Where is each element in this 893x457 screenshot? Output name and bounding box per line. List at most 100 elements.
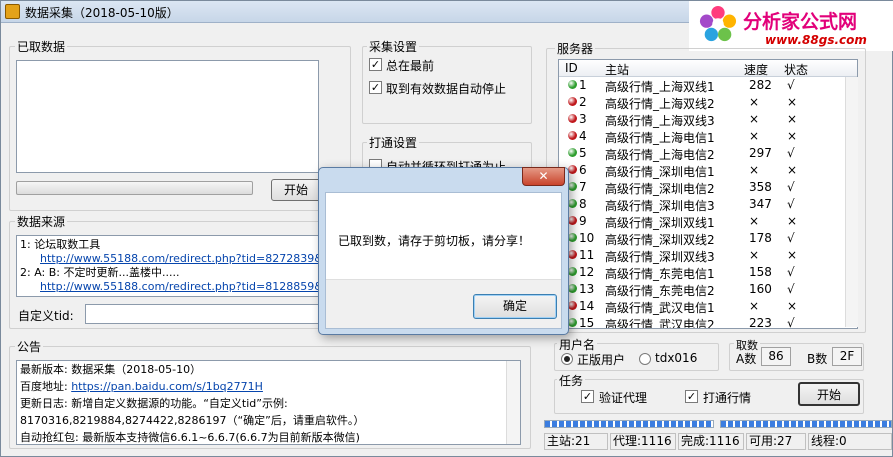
server-status: × — [787, 214, 798, 228]
server-row[interactable]: 6 高级行情_深圳电信1 × × — [559, 162, 857, 179]
server-row[interactable]: 13 高级行情_东莞电信2 160 √ — [559, 281, 857, 298]
notice-label: 公告 — [15, 338, 44, 355]
verify-proxy-checkbox[interactable]: ✓ — [581, 390, 594, 403]
server-status-dot-icon — [568, 233, 577, 242]
tdx016-radio[interactable] — [639, 353, 651, 365]
server-row[interactable]: 12 高级行情_东莞电信1 158 √ — [559, 264, 857, 281]
status-main: 主站:21 — [544, 433, 608, 450]
main-window: 数据采集（2018-05-10版） 分析家公式网 www.88gs.com 已取… — [0, 0, 893, 457]
server-status: √ — [787, 180, 795, 194]
dialog-message: 已取到数，请存于剪切板，请分享！ — [338, 234, 531, 248]
task-start-button[interactable]: 开始 — [798, 382, 860, 406]
server-status: √ — [787, 231, 795, 245]
custom-tid-input[interactable] — [85, 304, 335, 324]
server-row[interactable]: 4 高级行情_上海电信1 × × — [559, 128, 857, 145]
baidu-pan-link[interactable]: https://pan.baidu.com/s/1bq2771H — [71, 380, 263, 393]
server-name: 高级行情_深圳电信1 — [605, 165, 715, 179]
collect-settings-label: 采集设置 — [367, 38, 420, 55]
server-row[interactable]: 5 高级行情_上海电信2 297 √ — [559, 145, 857, 162]
status-bar: 主站:21 代理:1116 完成:1116 可用:27 线程:0 — [544, 433, 893, 450]
app-icon — [5, 4, 20, 19]
server-status: √ — [787, 282, 795, 296]
data-source-list[interactable]: 1: 论坛取数工具 http://www.55188.com/redirect.… — [16, 235, 346, 297]
auto-stop-label: 取到有效数据自动停止 — [386, 82, 507, 96]
server-speed: 160 — [749, 282, 772, 296]
server-status: √ — [787, 78, 795, 92]
connect-quotes-label: 打通行情 — [703, 391, 752, 405]
server-id: 14 — [579, 299, 595, 313]
connect-quotes-checkbox[interactable]: ✓ — [685, 390, 698, 403]
server-name: 高级行情_深圳双线3 — [605, 250, 715, 264]
col-status-header[interactable]: 状态 — [784, 61, 808, 78]
logo-url-text: www.88gs.com — [765, 33, 867, 47]
server-speed: 158 — [749, 265, 772, 279]
server-name: 高级行情_深圳双线1 — [605, 216, 715, 230]
server-speed: 297 — [749, 146, 772, 160]
server-speed: × — [749, 248, 760, 262]
server-status-dot-icon — [568, 199, 577, 208]
server-id: 3 — [579, 112, 587, 126]
always-on-top-label: 总在最前 — [386, 59, 435, 73]
notice-scrollbar[interactable] — [506, 361, 520, 444]
server-id: 9 — [579, 214, 587, 228]
always-on-top-checkbox[interactable]: ✓ — [369, 58, 382, 71]
licensed-user-radio[interactable] — [561, 353, 573, 365]
col-name-header[interactable]: 主站 — [605, 61, 629, 78]
server-id: 12 — [579, 265, 595, 279]
server-name: 高级行情_深圳电信3 — [605, 199, 715, 213]
dialog-close-button[interactable]: ✕ — [522, 167, 565, 186]
server-row[interactable]: 15 高级行情_武汉电信2 223 √ — [559, 315, 857, 329]
server-row[interactable]: 1 高级行情_上海双线1 282 √ — [559, 77, 857, 94]
source-link-1[interactable]: http://www.55188.com/redirect.php?tid=82… — [40, 252, 323, 265]
server-status-dot-icon — [568, 182, 577, 191]
verify-proxy-label: 验证代理 — [599, 391, 648, 405]
server-status: √ — [787, 146, 795, 160]
notice-text[interactable]: 最新版本: 数据采集（2018-05-10） 百度地址: https://pan… — [16, 360, 521, 445]
server-speed: 347 — [749, 197, 772, 211]
server-id: 2 — [579, 95, 587, 109]
server-row[interactable]: 2 高级行情_上海双线2 × × — [559, 94, 857, 111]
server-status: × — [787, 129, 798, 143]
col-id-header[interactable]: ID — [565, 61, 578, 75]
server-name: 高级行情_上海双线2 — [605, 97, 715, 111]
server-label: 服务器 — [555, 40, 596, 57]
dialog-ok-button[interactable]: 确定 — [473, 294, 557, 319]
server-speed: × — [749, 129, 760, 143]
server-status-dot-icon — [568, 97, 577, 106]
custom-tid-label: 自定义tid: — [18, 309, 74, 323]
server-row[interactable]: 9 高级行情_深圳双线1 × × — [559, 213, 857, 230]
flower-logo-icon — [699, 5, 737, 42]
col-speed-header[interactable]: 速度 — [744, 61, 768, 78]
server-speed: 178 — [749, 231, 772, 245]
fetched-data-label: 已取数据 — [15, 38, 68, 55]
server-row[interactable]: 14 高级行情_武汉电信1 × × — [559, 298, 857, 315]
source-link-2[interactable]: http://www.55188.com/redirect.php?tid=81… — [40, 280, 323, 293]
server-name: 高级行情_上海电信2 — [605, 148, 715, 162]
fetched-data-textarea[interactable] — [16, 60, 319, 173]
server-list-header: ID 主站 速度 状态 — [559, 60, 857, 78]
server-status: × — [787, 299, 798, 313]
server-row[interactable]: 7 高级行情_深圳电信2 358 √ — [559, 179, 857, 196]
server-row[interactable]: 11 高级行情_深圳双线3 × × — [559, 247, 857, 264]
server-status: × — [787, 163, 798, 177]
server-row[interactable]: 8 高级行情_深圳电信3 347 √ — [559, 196, 857, 213]
server-row[interactable]: 10 高级行情_深圳双线2 178 √ — [559, 230, 857, 247]
fetch-start-button[interactable]: 开始 — [271, 179, 321, 201]
server-list[interactable]: ID 主站 速度 状态 1 高级行情_上海双线1 282 √ 2 高级行情_上海双线2 × ×… — [558, 59, 858, 329]
b-count-label: B数 — [807, 352, 828, 366]
server-name: 高级行情_武汉电信2 — [605, 318, 715, 329]
server-status: √ — [787, 265, 795, 279]
message-dialog: ✕ 已取到数，请存于剪切板，请分享！ 确定 — [318, 167, 569, 335]
server-status: × — [787, 95, 798, 109]
server-id: 13 — [579, 282, 595, 296]
server-id: 11 — [579, 248, 595, 262]
server-name: 高级行情_武汉电信1 — [605, 301, 715, 315]
status-proxy: 代理:1116 — [610, 433, 676, 450]
server-status-dot-icon — [568, 267, 577, 276]
server-list-scrollbar[interactable] — [845, 77, 858, 327]
main-progress-bar — [544, 420, 714, 428]
auto-stop-checkbox[interactable]: ✓ — [369, 81, 382, 94]
server-id: 5 — [579, 146, 587, 160]
server-row[interactable]: 3 高级行情_上海双线3 × × — [559, 111, 857, 128]
status-usable: 可用:27 — [746, 433, 806, 450]
